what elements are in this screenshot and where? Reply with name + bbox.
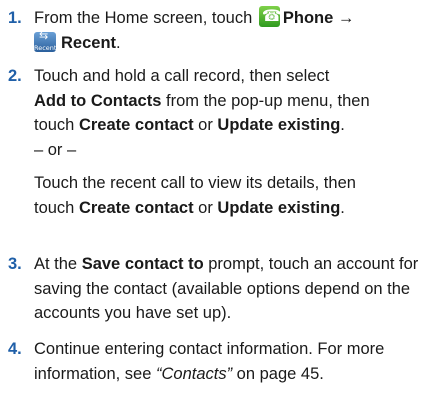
step-text: touch (34, 198, 79, 217)
contacts-reference-link: “Contacts” (155, 364, 233, 383)
save-contact-to-label: Save contact to (81, 255, 204, 273)
step-2-line-2: Add to Contacts from the pop-up menu, th… (34, 89, 447, 114)
recent-icon-caption: Recent (34, 43, 57, 52)
create-contact-label: Create contact (78, 116, 194, 134)
arrow-icon: → (337, 9, 355, 27)
step-text: on page 45. (232, 364, 324, 383)
step-text: or (193, 116, 218, 134)
step-4-line-2: information, see “Contacts” on page 45. (34, 362, 447, 387)
step-number: 3. (8, 255, 22, 273)
punctuation: . (340, 116, 345, 134)
or-separator: – or – (34, 140, 77, 159)
step-number: 1. (8, 9, 22, 27)
step-1: 1. From the Home screen, touch Phone → ⇆… (0, 4, 447, 56)
phone-label: Phone (282, 9, 334, 27)
step-text: from the pop-up menu, then (161, 91, 370, 110)
create-contact-label: Create contact (78, 198, 194, 217)
step-4-line-1: Continue entering contact information. F… (34, 340, 385, 358)
step-text: or (193, 198, 218, 217)
recent-calls-icon: ⇆ Recent (34, 28, 57, 52)
step-text: prompt, touch an account for (203, 255, 419, 273)
step-3: 3. At the Save contact to prompt, touch … (0, 252, 447, 326)
step-number: 4. (8, 340, 22, 358)
update-existing-label: Update existing (217, 198, 341, 217)
add-to-contacts-label: Add to Contacts (34, 91, 162, 110)
step-text: From the Home screen, touch (34, 9, 253, 27)
recent-label: Recent (61, 33, 117, 52)
step-2: 2. Touch and hold a call record, then se… (0, 64, 447, 220)
step-3-line-2: saving the contact (available options de… (34, 279, 411, 298)
step-1-line-1: From the Home screen, touch Phone → (34, 4, 447, 31)
step-2-line-6: touch Create contact or Update existing. (34, 196, 447, 221)
step-text: information, see (34, 364, 156, 383)
update-existing-label: Update existing (217, 116, 341, 134)
step-3-line-1: At the Save contact to prompt, touch an … (34, 252, 447, 277)
step-2-line-3: touch Create contact or Update existing. (34, 113, 447, 138)
step-4: 4. Continue entering contact information… (0, 337, 447, 386)
step-2-line-5: Touch the recent call to view its detail… (34, 174, 356, 192)
step-2-line-1: Touch and hold a call record, then selec… (34, 67, 330, 85)
step-1-line-2: ⇆ Recent Recent. (34, 28, 447, 56)
punctuation: . (340, 198, 345, 217)
punctuation: . (116, 33, 121, 52)
step-number: 2. (8, 67, 22, 85)
step-text: At the (34, 255, 82, 273)
step-text: touch (34, 116, 79, 134)
phone-icon (258, 4, 282, 28)
step-3-line-3: accounts you have set up). (34, 304, 232, 322)
